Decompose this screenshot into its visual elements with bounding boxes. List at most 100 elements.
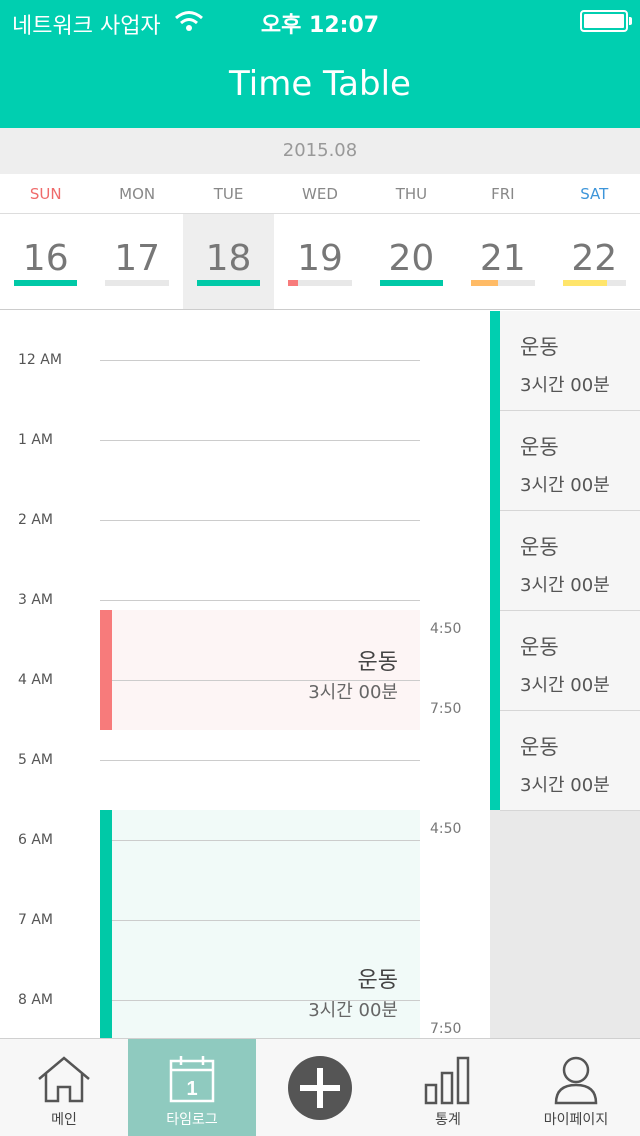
day-progress-bar xyxy=(105,280,169,286)
activity-item[interactable]: 운동 3시간 00분 xyxy=(500,611,640,711)
battery-icon xyxy=(580,10,632,32)
event-end-time: 7:50 xyxy=(430,1021,462,1037)
tab-bar: 메인 1 타임로그 통계 마이페이지 xyxy=(0,1038,640,1136)
hour-label: 1 AM xyxy=(18,432,54,448)
stats-icon xyxy=(424,1056,470,1105)
activity-duration: 3시간 00분 xyxy=(520,475,610,496)
hour-label: 7 AM xyxy=(18,912,54,928)
hour-line xyxy=(100,760,420,761)
activity-title: 운동 xyxy=(520,535,559,559)
status-time: 오후 12:07 xyxy=(260,13,380,38)
day-number: 20 xyxy=(388,238,435,279)
activity-title: 운동 xyxy=(520,635,559,659)
tab-main[interactable]: 메인 xyxy=(0,1039,128,1136)
weekday-thu: THU xyxy=(395,185,428,203)
activity-list: 운동 3시간 00분 운동 3시간 00분 운동 3시간 00분 운동 3시간 … xyxy=(490,311,640,1038)
hour-label: 3 AM xyxy=(18,592,54,608)
month-label: 2015.08 xyxy=(0,128,640,174)
day-number: 16 xyxy=(22,238,69,279)
activity-duration: 3시간 00분 xyxy=(520,575,610,596)
activity-duration: 3시간 00분 xyxy=(520,675,610,696)
tab-label: 타임로그 xyxy=(166,1112,218,1128)
weekday-sun: SUN xyxy=(29,185,62,203)
day-progress-fill xyxy=(196,280,261,286)
weekday-mon: MON xyxy=(119,185,156,203)
activity-duration: 3시간 00분 xyxy=(520,375,610,396)
day-progress-fill xyxy=(379,280,444,286)
hour-line xyxy=(100,440,420,441)
day-progress-bar xyxy=(288,280,352,286)
person-icon xyxy=(554,1056,598,1105)
weekday-tue: TUE xyxy=(213,185,244,203)
tab-stats[interactable]: 통계 xyxy=(384,1039,512,1136)
tab-add[interactable] xyxy=(256,1039,384,1136)
day-progress-bar xyxy=(14,280,78,286)
event-title: 운동 xyxy=(357,968,398,993)
calendar-icon: 1 xyxy=(169,1056,215,1103)
tab-timelog[interactable]: 1 타임로그 xyxy=(128,1039,256,1136)
activity-duration: 3시간 00분 xyxy=(520,775,610,796)
event-end-time: 7:50 xyxy=(430,701,462,717)
day-progress-bar xyxy=(562,280,626,286)
event-start-time: 4:50 xyxy=(430,621,462,637)
weekday-fri: FRI xyxy=(491,185,515,203)
event-title: 운동 xyxy=(357,650,398,675)
day-progress-bar xyxy=(196,280,261,286)
event-block[interactable]: 운동 3시간 00분 xyxy=(100,610,420,730)
day-cell[interactable]: 16 xyxy=(0,214,91,309)
activity-title: 운동 xyxy=(520,335,559,359)
event-stripe xyxy=(100,810,112,1038)
week-days: 16 17 18 19 20 21 22 xyxy=(0,214,640,310)
hour-line xyxy=(112,920,420,921)
event-stripe xyxy=(100,610,112,730)
day-number: 19 xyxy=(297,238,343,279)
day-cell[interactable]: 21 xyxy=(457,214,548,309)
header: 네트워크 사업자 오후 12:07 Time Table xyxy=(0,0,640,128)
add-icon[interactable] xyxy=(287,1055,353,1121)
day-progress-fill xyxy=(14,280,78,286)
tab-label: 마이페이지 xyxy=(543,1112,609,1128)
day-number: 17 xyxy=(114,238,161,279)
weekday-wed: WED xyxy=(302,185,338,203)
day-progress-fill xyxy=(562,280,607,286)
day-progress-bar xyxy=(471,280,535,286)
hour-line xyxy=(100,600,420,601)
day-progress-bar xyxy=(379,280,444,286)
weekday-header: SUN MON TUE WED THU FRI SAT xyxy=(0,174,640,214)
hour-line xyxy=(100,360,420,361)
weekday-sat: SAT xyxy=(580,185,609,203)
tab-label: 메인 xyxy=(51,1112,77,1128)
hour-label: 2 AM xyxy=(18,512,54,528)
hour-line xyxy=(112,840,420,841)
event-start-time: 4:50 xyxy=(430,821,462,837)
day-progress-fill xyxy=(288,280,298,286)
day-progress-fill xyxy=(471,280,498,286)
timeline[interactable]: 12 AM 1 AM 2 AM 3 AM 운동 3시간 00분 4:50 7:5… xyxy=(0,311,490,1038)
event-block[interactable]: 운동 3시간 00분 xyxy=(100,810,420,1038)
activity-list-accent xyxy=(490,311,500,810)
day-cell[interactable]: 17 xyxy=(91,214,182,309)
day-cell[interactable]: 19 xyxy=(274,214,365,309)
hour-line xyxy=(112,1000,420,1001)
activity-item[interactable]: 운동 3시간 00분 xyxy=(500,411,640,511)
home-icon xyxy=(38,1056,90,1103)
tab-mypage[interactable]: 마이페이지 xyxy=(512,1039,640,1136)
hour-line xyxy=(112,680,420,681)
hour-label: 4 AM xyxy=(18,672,54,688)
hour-label: 6 AM xyxy=(18,832,54,848)
activity-item[interactable]: 운동 3시간 00분 xyxy=(500,311,640,411)
day-number: 18 xyxy=(205,238,252,279)
event-duration: 3시간 00분 xyxy=(308,682,398,703)
hour-label: 12 AM xyxy=(18,352,62,368)
status-bar: 네트워크 사업자 오후 12:07 xyxy=(0,0,640,40)
day-cell[interactable]: 22 xyxy=(549,214,640,309)
app: 네트워크 사업자 오후 12:07 Time Table 2015.08 SUN… xyxy=(0,0,640,1136)
day-number: 21 xyxy=(479,238,526,279)
activity-item[interactable]: 운동 3시간 00분 xyxy=(500,511,640,611)
hour-line xyxy=(100,520,420,521)
day-cell[interactable]: 20 xyxy=(366,214,457,309)
day-cell[interactable]: 18 xyxy=(182,214,275,309)
activity-item[interactable]: 운동 3시간 00분 xyxy=(500,711,640,811)
page-title: Time Table xyxy=(229,64,411,104)
activity-title: 운동 xyxy=(520,735,559,759)
